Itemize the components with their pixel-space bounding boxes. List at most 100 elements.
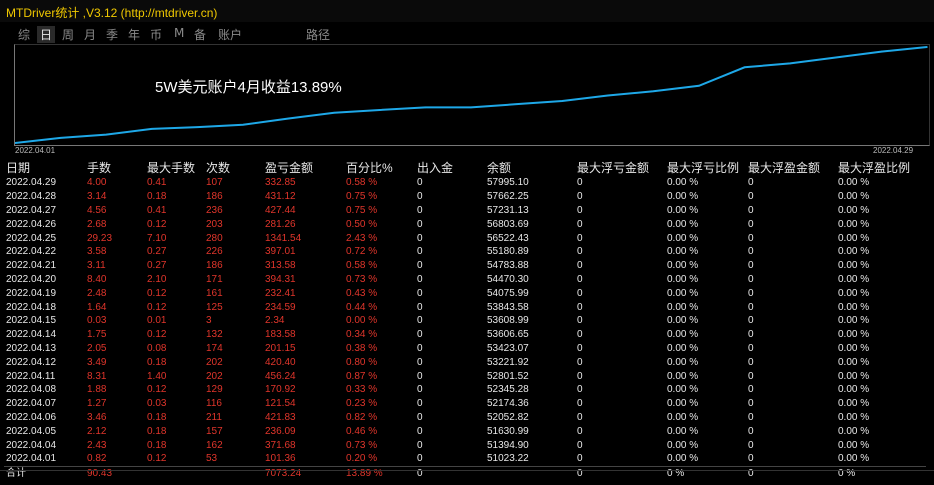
table-cell: 51023.22 (487, 453, 529, 465)
table-cell: 0.03 (87, 315, 107, 327)
tab-notes[interactable]: 备 (194, 26, 206, 43)
table-cell: 0 (577, 370, 583, 382)
column-header[interactable]: 出入金 (415, 158, 485, 176)
table-cell: 132 (206, 329, 223, 341)
total-row[interactable]: 合计 90.43 7073.24 13.89 % 0 0 0 % 0 0 % (4, 465, 926, 481)
table-cell: 0 (417, 287, 423, 299)
table-cell: 0.33 % (346, 384, 378, 396)
table-row[interactable]: 2022.04.19 2.48 0.12 161 232.41 0.43 % 0 54075.… (4, 286, 926, 300)
table-cell: 0 (748, 356, 754, 368)
tab-year[interactable]: 年 (128, 26, 140, 43)
table-row[interactable]: 2022.04.07 1.27 0.03 116 121.54 0.23 % 0 52174.… (4, 397, 926, 411)
table-cell: 53608.99 (487, 315, 529, 327)
table-cell: 0.00 % (838, 246, 870, 258)
table-cell: 2022.04.01 (6, 453, 57, 465)
table-cell: 281.26 (265, 218, 296, 230)
column-header[interactable]: 最大手数 (145, 158, 204, 176)
column-header[interactable]: 百分比% (344, 158, 415, 176)
column-header[interactable]: 最大浮盈金额 (746, 158, 836, 176)
table-cell: 55180.89 (487, 246, 529, 258)
table-cell: 0 (417, 356, 423, 368)
tab-month[interactable]: 月 (84, 26, 96, 43)
table-cell: 53423.07 (487, 342, 529, 354)
table-cell: 0 (417, 453, 423, 465)
table-cell: 0 (417, 191, 423, 203)
table-cell: 0 % (665, 465, 746, 481)
table-cell: 1.40 (147, 370, 167, 382)
table-row[interactable]: 2022.04.26 2.68 0.12 203 281.26 0.50 % 0 56803.… (4, 217, 926, 231)
table-row[interactable]: 2022.04.15 0.03 0.01 3 2.34 0.00 % 0 53608.99 0 0… (4, 314, 926, 328)
table-cell: 2.43 (87, 439, 107, 451)
table-cell: 3.49 (87, 356, 107, 368)
table-cell: 456.24 (265, 370, 296, 382)
table-cell: 0 (748, 177, 754, 189)
table-cell: 7073.24 (263, 465, 344, 481)
table-cell: 0.00 % (838, 287, 870, 299)
table-cell: 2022.04.13 (6, 342, 57, 354)
tab-account[interactable]: 账户 (218, 26, 242, 43)
table-row[interactable]: 2022.04.04 2.43 0.18 162 371.68 0.73 % 0 51394.… (4, 438, 926, 452)
column-header[interactable]: 最大浮亏金额 (575, 158, 665, 176)
table-cell: 236.09 (265, 425, 296, 437)
column-header[interactable]: 最大浮亏比例 (665, 158, 746, 176)
tab-currency[interactable]: 币 (150, 26, 162, 43)
table-cell: 4.56 (87, 204, 107, 216)
table-cell: 2.68 (87, 218, 107, 230)
tab-summary[interactable]: 综 (18, 26, 30, 43)
table-row[interactable]: 2022.04.27 4.56 0.41 236 427.44 0.75 % 0 57231.… (4, 204, 926, 218)
table-cell: 183.58 (265, 329, 296, 341)
column-header[interactable]: 盈亏金额 (263, 158, 344, 176)
table-row[interactable]: 2022.04.21 3.11 0.27 186 313.58 0.58 % 0 54783.… (4, 259, 926, 273)
table-cell (204, 465, 263, 481)
table-row[interactable]: 2022.04.14 1.75 0.12 132 183.58 0.34 % 0 53606.… (4, 328, 926, 342)
table-row[interactable]: 2022.04.28 3.14 0.18 186 431.12 0.75 % 0 57662.… (4, 190, 926, 204)
table-cell: 101.36 (265, 453, 296, 465)
table-cell: 394.31 (265, 273, 296, 285)
table-cell: 52801.52 (487, 370, 529, 382)
table-cell: 0.82 (87, 453, 107, 465)
table-cell: 171 (206, 273, 223, 285)
table-row[interactable]: 2022.04.05 2.12 0.18 157 236.09 0.46 % 0 51630.… (4, 424, 926, 438)
table-cell: 1.88 (87, 384, 107, 396)
path-button[interactable]: 路径 (306, 26, 330, 43)
table-row[interactable]: 2022.04.01 0.82 0.12 53 101.36 0.20 % 0 51023.2… (4, 452, 926, 466)
column-header[interactable]: 日期 (4, 158, 85, 176)
table-row[interactable]: 2022.04.20 8.40 2.10 171 394.31 0.73 % 0 54470.… (4, 273, 926, 287)
table-cell: 0.00 % (667, 384, 699, 396)
balance-point (743, 66, 746, 69)
table-row[interactable]: 2022.04.08 1.88 0.12 129 170.92 0.33 % 0 52345.… (4, 383, 926, 397)
table-row[interactable]: 2022.04.11 8.31 1.40 202 456.24 0.87 % 0 52801.… (4, 369, 926, 383)
column-header[interactable]: 余额 (485, 158, 575, 176)
table-cell: 0.03 (147, 398, 167, 410)
column-header[interactable]: 最大浮盈比例 (836, 158, 926, 176)
table-row[interactable]: 2022.04.12 3.49 0.18 202 420.40 0.80 % 0 53221.… (4, 355, 926, 369)
table-cell: 0.12 (147, 218, 167, 230)
table-row[interactable]: 2022.04.29 4.00 0.41 107 332.85 0.58 % 0 57995.… (4, 176, 926, 190)
table-row[interactable]: 2022.04.22 3.58 0.27 226 397.01 0.72 % 0 55180.… (4, 245, 926, 259)
tab-week[interactable]: 周 (62, 26, 74, 43)
balance-point (424, 106, 427, 109)
table-row[interactable]: 2022.04.25 29.23 7.10 280 1341.54 2.43 % 0 5652… (4, 231, 926, 245)
table-cell: 2022.04.19 (6, 287, 57, 299)
table-cell: 0.00 % (838, 453, 870, 465)
column-header[interactable]: 手数 (85, 158, 145, 176)
tab-m[interactable]: M (174, 26, 184, 40)
table-cell: 0 (748, 218, 754, 230)
table-cell: 186 (206, 191, 223, 203)
column-header[interactable]: 次数 (204, 158, 263, 176)
table-cell: 0.12 (147, 384, 167, 396)
table-cell: 2022.04.22 (6, 246, 57, 258)
table-cell: 56522.43 (487, 232, 529, 244)
tab-day[interactable]: 日 (37, 26, 56, 43)
table-cell: 0 (577, 439, 583, 451)
table-cell: 0 (746, 465, 836, 481)
table-row[interactable]: 2022.04.13 2.05 0.08 174 201.15 0.38 % 0 53423.… (4, 342, 926, 356)
tab-quarter[interactable]: 季 (106, 26, 118, 43)
table-row[interactable]: 2022.04.18 1.64 0.12 125 234.59 0.44 % 0 53843.… (4, 300, 926, 314)
table-cell: 0 (748, 329, 754, 341)
table-row[interactable]: 2022.04.06 3.46 0.18 211 421.83 0.82 % 0 52052.… (4, 411, 926, 425)
table-cell: 57995.10 (487, 177, 529, 189)
balance-point (561, 100, 563, 102)
table-cell: 0.00 % (838, 439, 870, 451)
table-cell: 0.00 % (667, 453, 699, 465)
